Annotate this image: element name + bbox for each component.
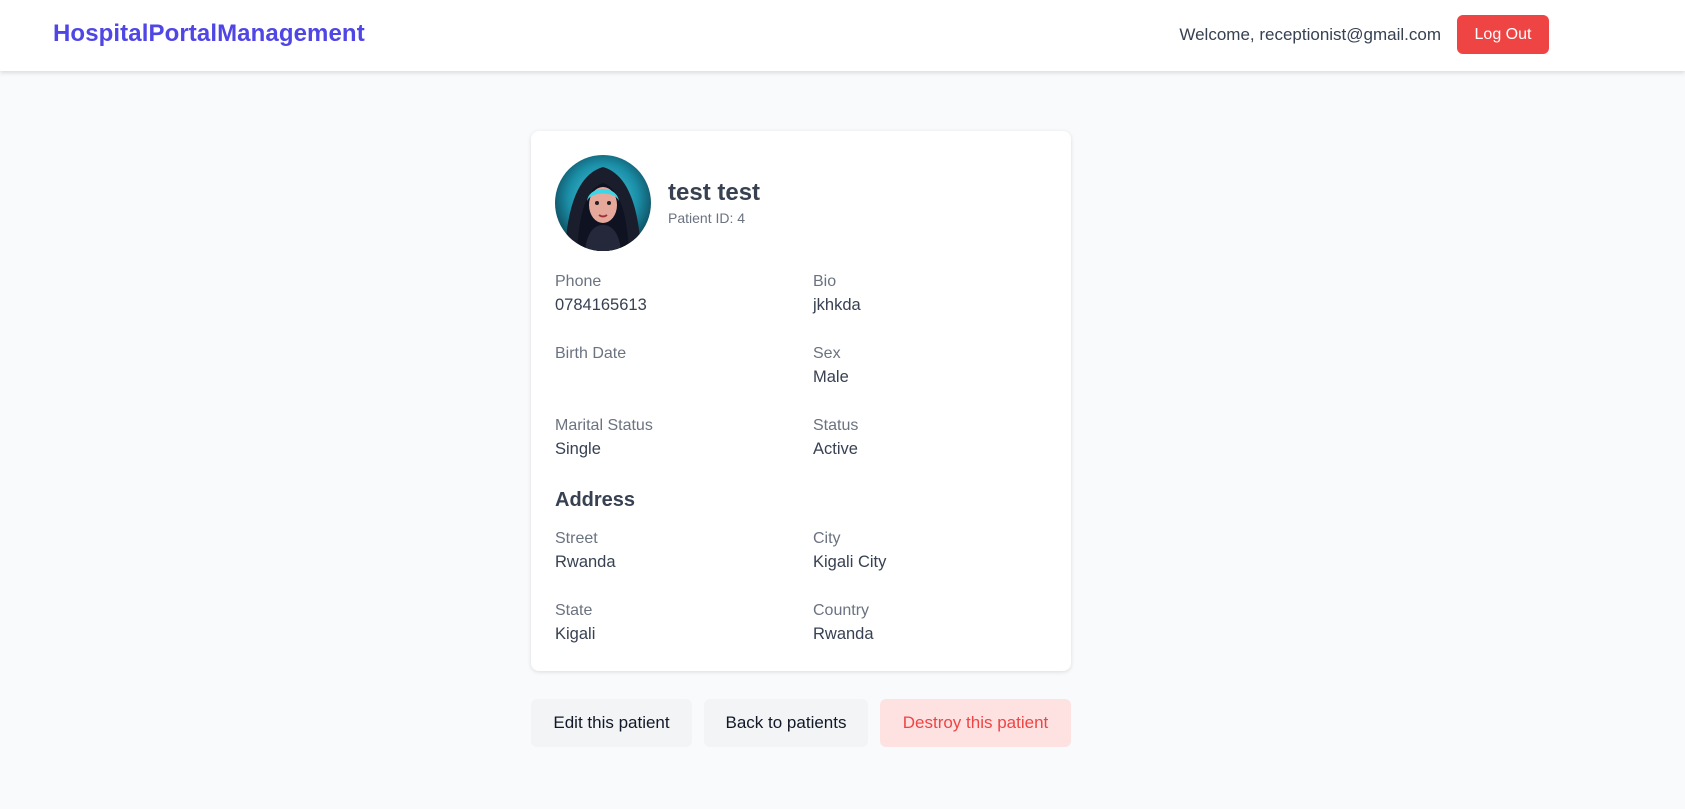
edit-patient-button[interactable]: Edit this patient xyxy=(531,699,692,747)
back-to-patients-button[interactable]: Back to patients xyxy=(704,699,868,747)
country-label: Country xyxy=(813,602,870,619)
marital-status-label: Marital Status xyxy=(555,417,653,434)
brand-logo-link[interactable]: HospitalPortalManagement xyxy=(53,20,365,48)
marital-status-value: Single xyxy=(555,440,601,458)
bio-label: Bio xyxy=(813,273,837,290)
status-value: Active xyxy=(813,440,858,458)
sex-field: Sex Male xyxy=(813,345,849,388)
bio-field: Bio jkhkda xyxy=(813,273,861,316)
street-value: Rwanda xyxy=(555,553,616,571)
phone-value: 0784165613 xyxy=(555,296,647,314)
birth-date-label: Birth Date xyxy=(555,345,627,362)
state-value: Kigali xyxy=(555,625,596,643)
state-label: State xyxy=(555,602,593,619)
phone-label: Phone xyxy=(555,273,602,290)
bio-value: jkhkda xyxy=(813,296,861,314)
sex-value: Male xyxy=(813,368,849,386)
marital-status-field: Marital Status Single xyxy=(555,417,653,460)
status-field: Status Active xyxy=(813,417,858,460)
state-field: State Kigali xyxy=(555,602,595,645)
address-heading: Address xyxy=(555,489,636,511)
phone-field: Phone 0784165613 xyxy=(555,273,647,316)
welcome-text: Welcome, receptionist@gmail.com xyxy=(1179,25,1441,44)
status-label: Status xyxy=(813,417,859,434)
patient-name: test test xyxy=(668,179,761,206)
street-field: Street Rwanda xyxy=(555,530,616,573)
logout-button[interactable]: Log Out xyxy=(1457,15,1549,54)
city-value: Kigali City xyxy=(813,553,887,571)
destroy-patient-button[interactable]: Destroy this patient xyxy=(880,699,1071,747)
top-navbar: HospitalPortalManagement Welcome, recept… xyxy=(0,0,1685,71)
city-field: City Kigali City xyxy=(813,530,886,573)
sex-label: Sex xyxy=(813,345,841,362)
birth-date-field: Birth Date xyxy=(555,345,626,388)
country-value: Rwanda xyxy=(813,625,874,643)
street-label: Street xyxy=(555,530,598,547)
country-field: Country Rwanda xyxy=(813,602,874,645)
city-label: City xyxy=(813,530,841,547)
avatar xyxy=(555,155,651,251)
patient-card: test test Patient ID: 4 Phone 0784165613… xyxy=(531,131,1071,671)
birth-date-value xyxy=(555,368,626,388)
patient-id: Patient ID: 4 xyxy=(668,210,746,226)
